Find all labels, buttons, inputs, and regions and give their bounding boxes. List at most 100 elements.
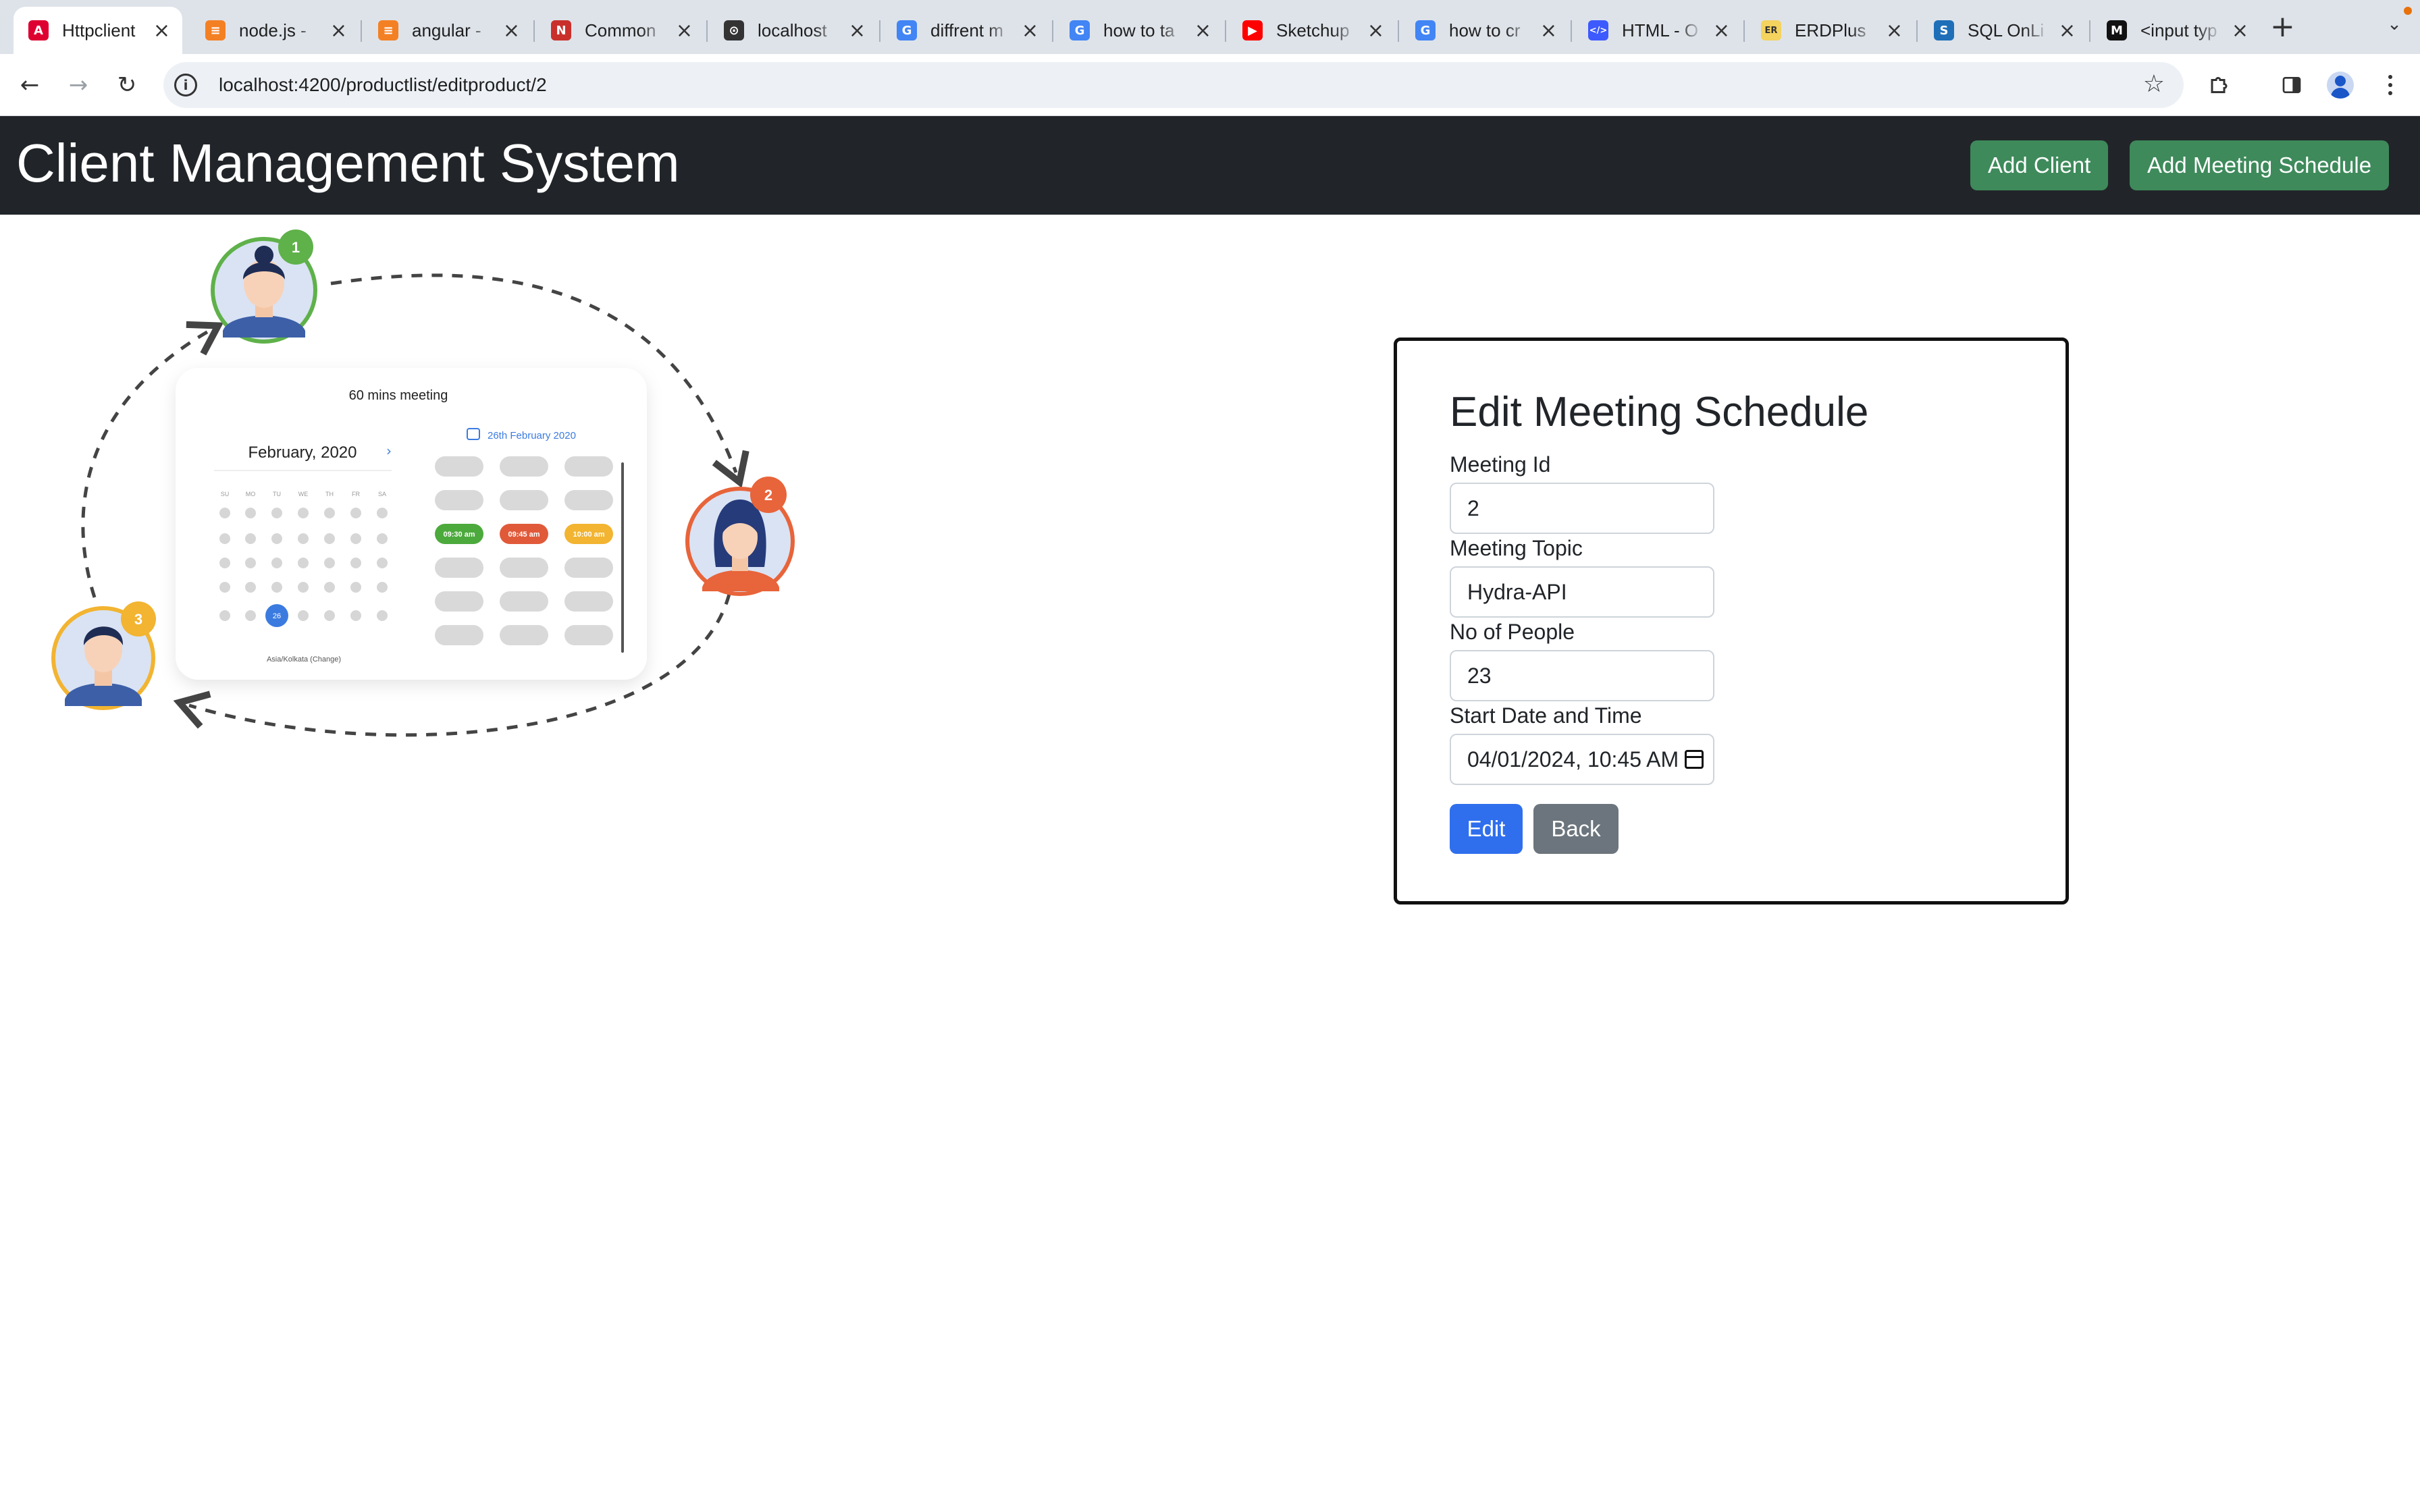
- time-slot: [564, 625, 613, 645]
- calendar-day: [350, 610, 361, 621]
- sqlonline-icon: S: [1934, 20, 1954, 40]
- calendar-day: [219, 582, 230, 593]
- site-info-icon[interactable]: i: [174, 74, 197, 97]
- close-tab-icon[interactable]: ×: [676, 19, 693, 43]
- browser-menu-icon[interactable]: [2377, 69, 2404, 101]
- app-title: Client Management System: [16, 133, 680, 193]
- edit-button[interactable]: Edit: [1450, 804, 1523, 854]
- browser-tab[interactable]: Ghow to cr ×: [1400, 7, 1569, 54]
- meeting-id-label: Meeting Id: [1450, 452, 1551, 477]
- avatar-1-number: 1: [292, 239, 300, 256]
- browser-tab[interactable]: ≡ node.js - ×: [190, 7, 359, 54]
- browser-tab[interactable]: N Common ×: [536, 7, 705, 54]
- time-slot: [564, 456, 613, 477]
- browser-tab[interactable]: ≡ angular - ×: [363, 7, 532, 54]
- bookmark-star-icon[interactable]: ☆: [2143, 70, 2165, 98]
- selected-date-label: 26th February 2020: [488, 430, 576, 441]
- new-tab-button[interactable]: +: [2270, 9, 2295, 44]
- add-client-button[interactable]: Add Client: [1970, 140, 2109, 190]
- close-tab-icon[interactable]: ×: [1367, 19, 1384, 43]
- stackoverflow-icon: ≡: [378, 20, 398, 40]
- close-tab-icon[interactable]: ×: [1540, 19, 1557, 43]
- browser-tab[interactable]: A Httpclient ×: [14, 7, 182, 54]
- google-icon: G: [897, 20, 917, 40]
- browser-tab[interactable]: ER ERDPlus ×: [1746, 7, 1915, 54]
- browser-tab-title: Httpclient: [62, 20, 136, 40]
- browser-tab[interactable]: ▶ Sketchup ×: [1228, 7, 1396, 54]
- calendar-day: [350, 508, 361, 518]
- add-meeting-schedule-button[interactable]: Add Meeting Schedule: [2130, 140, 2390, 190]
- side-panel-icon[interactable]: [2276, 69, 2308, 101]
- extensions-icon[interactable]: [2204, 69, 2236, 101]
- browser-tab-title: diffrent m: [930, 20, 1003, 40]
- meeting-illustration: 60 mins meeting February, 2020 › 26th Fe…: [41, 230, 804, 763]
- time-slot: [435, 591, 483, 612]
- close-tab-icon[interactable]: ×: [153, 19, 170, 43]
- time-slot-label: 09:30 am: [443, 531, 475, 539]
- google-icon: G: [1415, 20, 1436, 40]
- calendar-day: [324, 558, 335, 568]
- calendar-day: [377, 558, 388, 568]
- code-icon: </>: [1588, 20, 1608, 40]
- calendar-day: [324, 508, 335, 518]
- browser-tab[interactable]: Gdiffrent m ×: [882, 7, 1051, 54]
- start-datetime-input[interactable]: 04/01/2024, 10:45 AM: [1450, 734, 1714, 785]
- close-tab-icon[interactable]: ×: [1713, 19, 1730, 43]
- browser-tab-strip: A Httpclient × ≡ node.js - × ≡ angular - × N Com…: [0, 0, 2420, 54]
- tab-separator: [1225, 20, 1226, 42]
- browser-tab-title: SQL OnLi: [1968, 20, 2045, 40]
- close-tab-icon[interactable]: ×: [2059, 19, 2076, 43]
- browser-tab[interactable]: ⊙ localhost ×: [709, 7, 878, 54]
- profile-avatar-icon[interactable]: [2327, 72, 2354, 99]
- browser-tab[interactable]: </> HTML - O ×: [1573, 7, 1742, 54]
- people-count-input[interactable]: 23: [1450, 650, 1714, 701]
- close-tab-icon[interactable]: ×: [503, 19, 520, 43]
- browser-tab-title: HTML - O: [1622, 20, 1699, 40]
- start-datetime-value: 04/01/2024, 10:45 AM: [1467, 747, 1679, 772]
- close-tab-icon[interactable]: ×: [2232, 19, 2248, 43]
- time-slot-label: 10:00 am: [573, 531, 604, 539]
- tab-separator: [2089, 20, 2090, 42]
- calendar-day: [324, 533, 335, 544]
- calendar-day: [377, 533, 388, 544]
- start-datetime-label: Start Date and Time: [1450, 703, 1642, 728]
- browser-tab-title: <input typ: [2140, 20, 2217, 40]
- browser-tab[interactable]: S SQL OnLi ×: [1919, 7, 2088, 54]
- url-text[interactable]: localhost:4200/productlist/editproduct/2: [219, 74, 547, 96]
- time-slot: [564, 558, 613, 578]
- tab-separator: [706, 20, 708, 42]
- avatar-2-number: 2: [764, 487, 772, 504]
- calendar-day: [271, 533, 282, 544]
- calendar-day: [298, 558, 309, 568]
- mdn-icon: M: [2107, 20, 2127, 40]
- close-tab-icon[interactable]: ×: [849, 19, 866, 43]
- calendar-picker-icon[interactable]: [1685, 750, 1704, 769]
- browser-tab[interactable]: Ghow to ta ×: [1055, 7, 1224, 54]
- close-tab-icon[interactable]: ×: [1886, 19, 1903, 43]
- time-slot: [564, 490, 613, 510]
- time-slot: [435, 456, 483, 477]
- calendar-day: [245, 610, 256, 621]
- tab-separator: [1052, 20, 1053, 42]
- tab-separator: [1571, 20, 1572, 42]
- close-tab-icon[interactable]: ×: [1194, 19, 1211, 43]
- slot-scrollbar: [621, 462, 624, 653]
- time-slot: [435, 558, 483, 578]
- stackoverflow-icon: ≡: [205, 20, 226, 40]
- time-slot: [564, 591, 613, 612]
- meeting-id-input[interactable]: 2: [1450, 483, 1714, 534]
- browser-toolbar: ← → ↻ i localhost:4200/productlist/editp…: [0, 54, 2420, 116]
- calendar-day: [298, 508, 309, 518]
- close-tab-icon[interactable]: ×: [330, 19, 347, 43]
- meeting-topic-input[interactable]: Hydra-API: [1450, 566, 1714, 618]
- tab-separator: [361, 20, 362, 42]
- reload-icon[interactable]: ↻: [111, 69, 143, 101]
- browser-tab[interactable]: M <input typ ×: [2092, 7, 2261, 54]
- close-tab-icon[interactable]: ×: [1022, 19, 1038, 43]
- time-slot: [500, 456, 548, 477]
- back-button[interactable]: Back: [1533, 804, 1619, 854]
- address-bar[interactable]: i localhost:4200/productlist/editproduct…: [163, 62, 2184, 108]
- weekday-label: TH: [325, 491, 334, 497]
- forward-arrow-icon[interactable]: →: [62, 69, 95, 101]
- back-arrow-icon[interactable]: ←: [14, 69, 46, 101]
